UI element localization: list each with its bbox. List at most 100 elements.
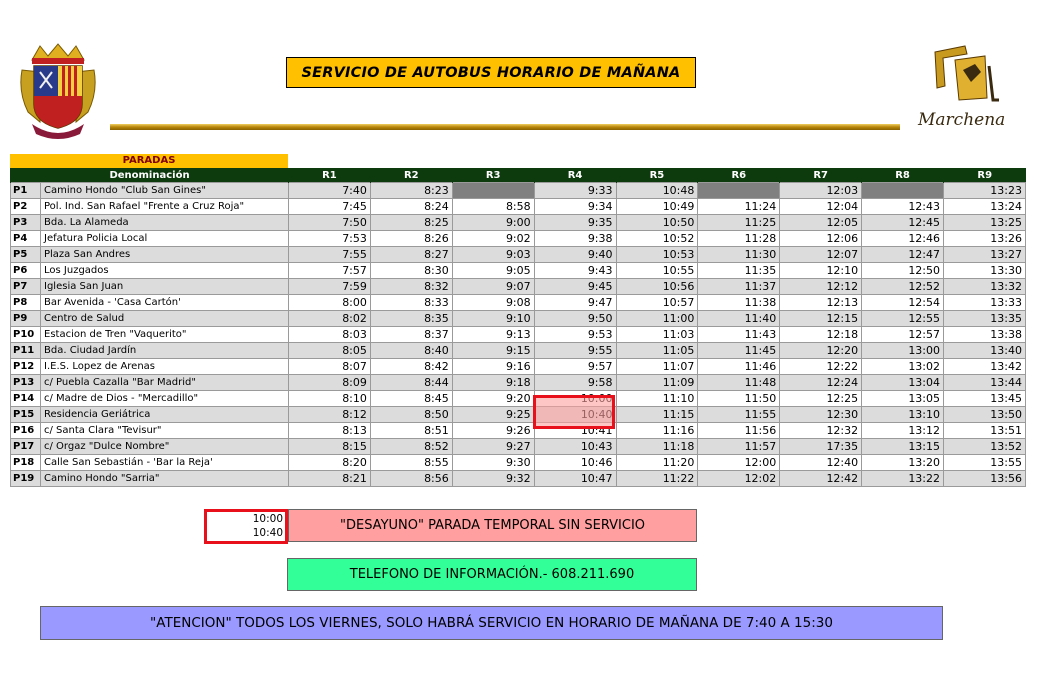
route-header: R7	[779, 168, 862, 183]
time-cell: 8:02	[288, 310, 371, 327]
route-header: R3	[451, 168, 535, 183]
time-cell: 11:25	[697, 214, 781, 231]
time-cell: 13:55	[943, 454, 1026, 471]
no-service-cell	[451, 182, 535, 199]
time-cell: 13:10	[861, 406, 945, 423]
time-cell: 12:00	[697, 454, 781, 471]
time-cell: 13:32	[943, 278, 1026, 295]
table-row: P19 Camino Hondo "Sarria" 8:21 8:56 9:32 10:4…	[10, 470, 1026, 487]
stop-code: P13	[10, 374, 41, 391]
time-cell: 9:20	[451, 390, 535, 407]
table-row: P10 Estacion de Tren "Vaquerito" 8:03 8:37 9…	[10, 326, 1026, 343]
stop-code: P1	[10, 182, 41, 199]
stop-name: c/ Orgaz "Dulce Nombre"	[39, 438, 290, 455]
route-header: R4	[533, 168, 617, 183]
time-cell: 8:20	[288, 454, 371, 471]
time-cell: 9:05	[451, 262, 535, 279]
time-cell: 11:55	[697, 406, 781, 423]
time-cell: 11:48	[697, 374, 781, 391]
time-cell: 11:38	[697, 294, 781, 311]
time-cell: 12:20	[779, 342, 863, 359]
time-cell: 11:24	[697, 198, 781, 215]
time-cell: 9:30	[451, 454, 535, 471]
stop-name: Los Juzgados	[39, 262, 290, 279]
time-cell: 11:30	[697, 246, 781, 263]
table-row: P15Residencia Geriátrica8:128:509:2510:4…	[10, 406, 1026, 423]
time-cell: 12:02	[697, 470, 781, 487]
time-cell: 10:56	[615, 278, 699, 295]
time-cell: 13:00	[861, 342, 945, 359]
time-cell: 8:24	[369, 198, 453, 215]
time-cell: 9:26	[451, 422, 535, 439]
table-row: P12 I.E.S. Lopez de Arenas 8:07 8:42 9:16 9:5…	[10, 358, 1026, 375]
table-row: P13 c/ Puebla Cazalla "Bar Madrid" 8:09 8:4…	[10, 374, 1026, 391]
time-cell: 13:42	[943, 358, 1026, 375]
stop-name: Residencia Geriátrica	[39, 406, 290, 423]
time-cell: 11:45	[697, 342, 781, 359]
divider-line	[110, 124, 900, 130]
time-cell: 10:47	[533, 470, 617, 487]
time-cell: 12:47	[861, 246, 945, 263]
time-cell: 12:13	[779, 294, 863, 311]
time-cell: 10:55	[615, 262, 699, 279]
route-header: R5	[615, 168, 698, 183]
stop-name: Bda. La Alameda	[39, 214, 290, 231]
time-cell: 9:15	[451, 342, 535, 359]
time-cell: 9:08	[451, 294, 535, 311]
time-cell: 10:43	[533, 438, 617, 455]
time-cell: 13:35	[943, 310, 1026, 327]
paradas-label: PARADAS	[10, 154, 288, 168]
time-cell: 13:23	[943, 182, 1026, 199]
time-cell: 8:05	[288, 342, 371, 359]
time-cell: 9:10	[451, 310, 535, 327]
coat-of-arms-logo	[18, 42, 98, 142]
time-cell: 11:09	[615, 374, 699, 391]
stop-code: P18	[10, 454, 41, 471]
time-cell: 13:30	[943, 262, 1026, 279]
time-cell: 8:27	[369, 246, 453, 263]
time-cell: 10:49	[615, 198, 699, 215]
breakfast-legend: "DESAYUNO" PARADA TEMPORAL SIN SERVICIO	[288, 509, 697, 542]
time-cell: 9:50	[533, 310, 617, 327]
time-cell: 7:55	[288, 246, 371, 263]
time-cell: 9:58	[533, 374, 617, 391]
time-cell: 8:45	[369, 390, 453, 407]
time-cell: 8:09	[288, 374, 371, 391]
no-service-cell	[697, 182, 781, 199]
time-cell: 8:03	[288, 326, 371, 343]
time-cell: 8:33	[369, 294, 453, 311]
time-cell: 8:15	[288, 438, 371, 455]
time-cell: 8:13	[288, 422, 371, 439]
table-row: P14 c/ Madre de Dios - "Mercadillo" 8:10 8:…	[10, 390, 1026, 407]
time-cell: 7:59	[288, 278, 371, 295]
time-cell: 10:46	[533, 454, 617, 471]
stop-code: P7	[10, 278, 41, 295]
time-cell: 12:43	[861, 198, 945, 215]
time-cell: 9:53	[533, 326, 617, 343]
legend-time-end: 10:40	[252, 527, 283, 539]
time-cell: 9:33	[533, 182, 617, 199]
stop-name: Estacion de Tren "Vaquerito"	[39, 326, 290, 343]
table-row: P16 c/ Santa Clara "Tevisur" 8:13 8:51 9:26 1…	[10, 422, 1026, 439]
time-cell: 13:45	[943, 390, 1026, 407]
time-cell: 17:35	[779, 438, 863, 455]
time-cell: 9:40	[533, 246, 617, 263]
time-cell: 11:35	[697, 262, 781, 279]
stop-code: P11	[10, 342, 41, 359]
time-cell: 8:10	[288, 390, 371, 407]
time-cell: 12:55	[861, 310, 945, 327]
time-cell: 9:55	[533, 342, 617, 359]
time-cell: 11:22	[615, 470, 699, 487]
table-row: P17 c/ Orgaz "Dulce Nombre" 8:15 8:52 9:27 10…	[10, 438, 1026, 455]
stop-name: c/ Santa Clara "Tevisur"	[39, 422, 290, 439]
time-cell: 8:51	[369, 422, 453, 439]
stop-name: I.E.S. Lopez de Arenas	[39, 358, 290, 375]
time-cell: 12:06	[779, 230, 863, 247]
stop-name: Camino Hondo "Club San Gines"	[39, 182, 290, 199]
time-cell: 13:25	[943, 214, 1026, 231]
stop-code: P17	[10, 438, 41, 455]
time-cell: 9:02	[451, 230, 535, 247]
stop-name: Camino Hondo "Sarria"	[39, 470, 290, 487]
legend-time-start: 10:00	[252, 513, 283, 525]
time-cell: 8:55	[369, 454, 453, 471]
